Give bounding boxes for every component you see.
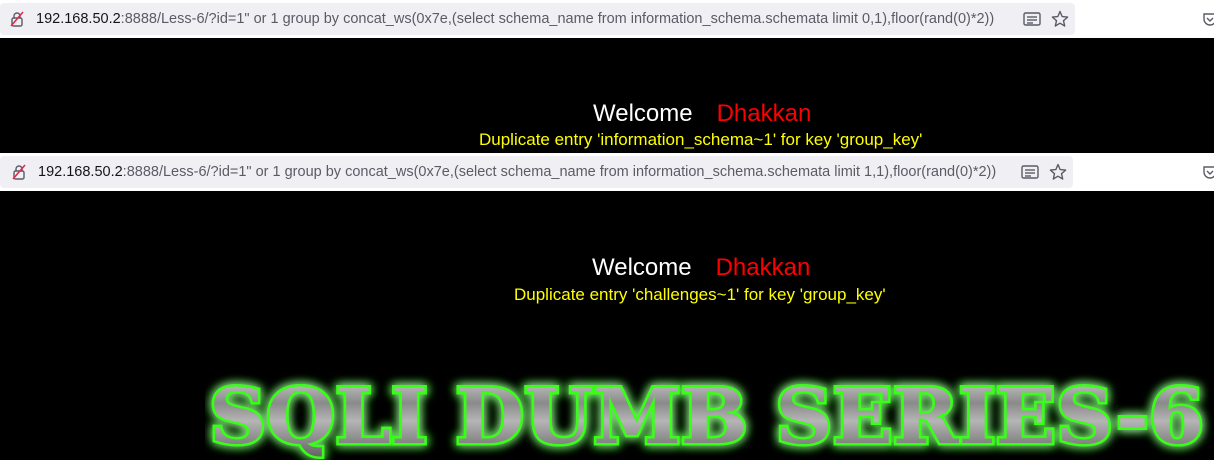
bookmark-star-icon[interactable] [1050,9,1070,29]
url-text: 192.168.50.2:8888/Less-6/?id=1" or 1 gro… [38,164,997,180]
pocket-icon[interactable] [1202,164,1214,180]
lock-warning-icon[interactable] [10,11,24,27]
url-field-bottom[interactable]: 192.168.50.2:8888/Less-6/?id=1" or 1 gro… [0,156,1073,188]
error-message: Duplicate entry 'information_schema~1' f… [479,130,923,149]
address-bar-bottom: 192.168.50.2:8888/Less-6/?id=1" or 1 gro… [0,153,1214,191]
welcome-heading: Welcome Dhakkan [593,100,811,128]
error-message: Duplicate entry 'challenges~1' for key '… [514,285,886,304]
welcome-heading: Welcome Dhakkan [592,254,810,282]
pocket-icon[interactable] [1202,11,1214,27]
url-field-top[interactable]: 192.168.50.2:8888/Less-6/?id=1" or 1 gro… [0,3,1075,35]
bookmark-star-icon[interactable] [1048,162,1068,182]
address-bar-top: 192.168.50.2:8888/Less-6/?id=1" or 1 gro… [0,0,1214,38]
sqli-dumb-series-banner: SQLI DUMB SERIES-6 [205,361,1214,460]
welcome-name: Dhakkan [716,100,812,127]
welcome-name: Dhakkan [715,254,811,281]
reader-mode-icon[interactable] [1022,9,1042,29]
banner-title: SQLI DUMB SERIES-6 [209,372,1204,460]
welcome-label: Welcome [592,254,692,281]
reader-mode-icon[interactable] [1020,162,1040,182]
welcome-label: Welcome [593,100,693,127]
lock-warning-icon[interactable] [12,164,26,180]
url-text: 192.168.50.2:8888/Less-6/?id=1" or 1 gro… [36,11,995,27]
